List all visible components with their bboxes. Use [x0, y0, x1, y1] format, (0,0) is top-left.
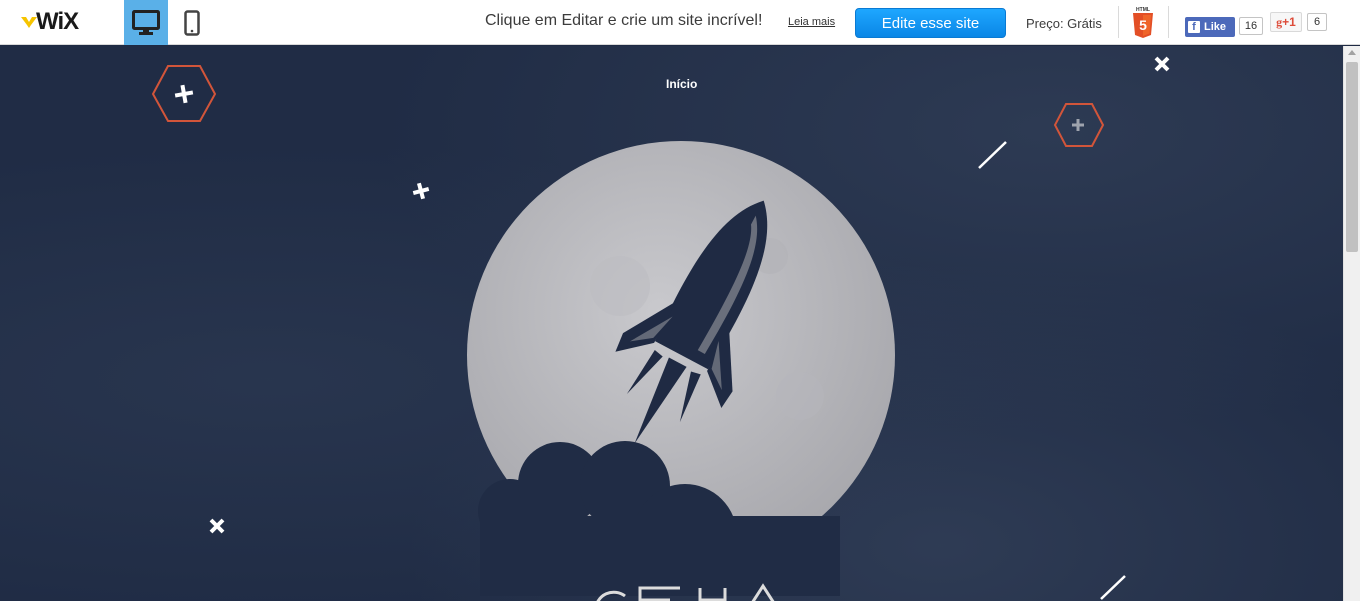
- html5-icon: HTML 5: [1133, 7, 1153, 38]
- mobile-view-icon: [184, 9, 200, 36]
- google-plus-label: +1: [1282, 15, 1296, 29]
- vertical-scrollbar[interactable]: [1343, 46, 1360, 601]
- google-plus-count: 6: [1307, 13, 1327, 31]
- price-label: Preço: Grátis: [1026, 16, 1102, 31]
- scroll-up-arrow-icon[interactable]: [1348, 50, 1356, 55]
- nav-item-home[interactable]: Início: [666, 77, 697, 91]
- cross-star-icon: [209, 518, 225, 534]
- site-preview: Início: [0, 46, 1343, 601]
- facebook-like-count: 16: [1239, 17, 1263, 35]
- toolbar-divider: [1118, 6, 1119, 38]
- edit-site-button[interactable]: Edite esse site: [855, 8, 1006, 38]
- google-plus-button[interactable]: g +1: [1270, 12, 1302, 32]
- svg-text:5: 5: [1139, 17, 1147, 33]
- wix-toolbar: WiX Clique em Editar e crie um site incr…: [0, 0, 1360, 45]
- shooting-star-line: [978, 141, 1007, 169]
- facebook-like-label: Like: [1204, 21, 1227, 33]
- mobile-view-button[interactable]: [170, 0, 214, 45]
- desktop-view-button[interactable]: [124, 0, 168, 45]
- svg-text:HTML: HTML: [1136, 7, 1150, 13]
- site-title-graphic: [596, 583, 775, 601]
- hexagon-plus-icon: [1053, 103, 1105, 147]
- hexagon-plus-icon: [151, 65, 217, 122]
- wix-logo-text: WiX: [36, 8, 79, 35]
- toolbar-divider: [1168, 6, 1169, 38]
- facebook-icon: f: [1188, 21, 1200, 33]
- shooting-star-line: [1100, 575, 1126, 600]
- desktop-view-icon: [132, 9, 160, 35]
- cross-star-icon: [412, 182, 430, 200]
- scrollbar-thumb[interactable]: [1346, 62, 1358, 252]
- cross-star-icon: [1154, 56, 1170, 72]
- read-more-link[interactable]: Leia mais: [788, 16, 835, 28]
- promo-text: Clique em Editar e crie um site incrível…: [485, 12, 763, 29]
- facebook-like-button[interactable]: f Like: [1185, 17, 1235, 37]
- wix-logo[interactable]: WiX: [20, 8, 79, 35]
- moon-rocket-illustration: [467, 141, 895, 596]
